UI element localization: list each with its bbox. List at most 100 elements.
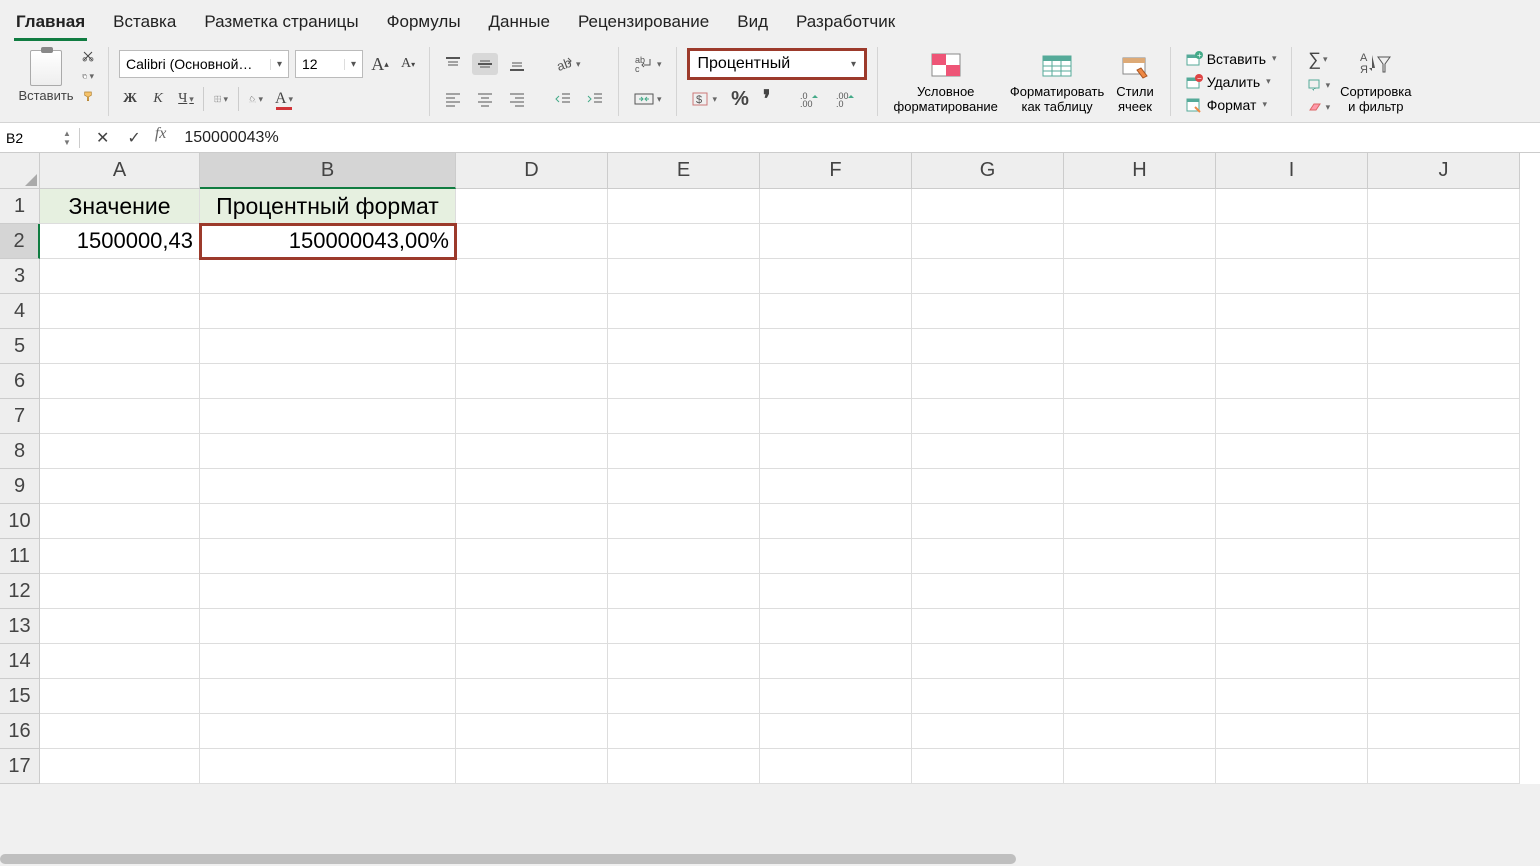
cell-I7[interactable] (1216, 399, 1368, 434)
cell-A14[interactable] (40, 644, 200, 679)
row-header[interactable]: 15 (0, 679, 40, 714)
cell-F5[interactable] (760, 329, 912, 364)
cell-E6[interactable] (608, 364, 760, 399)
cell-F1[interactable] (760, 189, 912, 224)
decrease-decimal-button[interactable]: .00.0 (831, 87, 861, 111)
cell-B6[interactable] (200, 364, 456, 399)
cell-D14[interactable] (456, 644, 608, 679)
cut-button[interactable] (78, 47, 98, 65)
comma-format-button[interactable]: ❜ (759, 82, 775, 117)
cell-E7[interactable] (608, 399, 760, 434)
increase-font-button[interactable]: A▴ (369, 53, 391, 75)
cell-I14[interactable] (1216, 644, 1368, 679)
fill-button[interactable]: ▾ (1302, 75, 1335, 95)
col-header-E[interactable]: E (608, 153, 760, 189)
cell-G15[interactable] (912, 679, 1064, 714)
cell-B5[interactable] (200, 329, 456, 364)
sort-filter-button[interactable]: АЯ Сортировка и фильтр (1334, 47, 1417, 116)
cell-A1[interactable]: Значение (40, 189, 200, 224)
cell-A9[interactable] (40, 469, 200, 504)
cell-B14[interactable] (200, 644, 456, 679)
cell-I9[interactable] (1216, 469, 1368, 504)
fill-color-button[interactable]: ▾ (245, 88, 267, 110)
col-header-D[interactable]: D (456, 153, 608, 189)
cell-G10[interactable] (912, 504, 1064, 539)
cell-I16[interactable] (1216, 714, 1368, 749)
cell-G13[interactable] (912, 609, 1064, 644)
cell-G2[interactable] (912, 224, 1064, 259)
cell-J11[interactable] (1368, 539, 1520, 574)
cell-F17[interactable] (760, 749, 912, 784)
cell-F13[interactable] (760, 609, 912, 644)
cell-H14[interactable] (1064, 644, 1216, 679)
row-header[interactable]: 13 (0, 609, 40, 644)
cell-H5[interactable] (1064, 329, 1216, 364)
cell-G7[interactable] (912, 399, 1064, 434)
format-as-table-button[interactable]: Форматировать как таблицу (1004, 47, 1110, 116)
cell-J9[interactable] (1368, 469, 1520, 504)
cell-E9[interactable] (608, 469, 760, 504)
cell-B10[interactable] (200, 504, 456, 539)
accounting-format-button[interactable]: $▾ (687, 87, 722, 111)
cell-A11[interactable] (40, 539, 200, 574)
cell-E17[interactable] (608, 749, 760, 784)
cell-I8[interactable] (1216, 434, 1368, 469)
cell-G9[interactable] (912, 469, 1064, 504)
col-header-B[interactable]: B (200, 153, 456, 189)
increase-decimal-button[interactable]: .0.00 (795, 87, 825, 111)
cell-D2[interactable] (456, 224, 608, 259)
cell-A3[interactable] (40, 259, 200, 294)
increase-indent-button[interactable] (582, 88, 608, 110)
row-header[interactable]: 9 (0, 469, 40, 504)
delete-cells-button[interactable]: − Удалить▾ (1181, 73, 1281, 91)
cell-H2[interactable] (1064, 224, 1216, 259)
cell-J14[interactable] (1368, 644, 1520, 679)
cell-H6[interactable] (1064, 364, 1216, 399)
cell-D15[interactable] (456, 679, 608, 714)
cell-E12[interactable] (608, 574, 760, 609)
format-painter-button[interactable] (78, 87, 98, 105)
cell-G8[interactable] (912, 434, 1064, 469)
row-header[interactable]: 10 (0, 504, 40, 539)
cell-J8[interactable] (1368, 434, 1520, 469)
cell-E5[interactable] (608, 329, 760, 364)
tab-formulas[interactable]: Формулы (385, 8, 463, 41)
cell-J12[interactable] (1368, 574, 1520, 609)
cell-H15[interactable] (1064, 679, 1216, 714)
orientation-button[interactable]: ab▾ (550, 52, 585, 76)
cell-B8[interactable] (200, 434, 456, 469)
cell-E11[interactable] (608, 539, 760, 574)
cell-A7[interactable] (40, 399, 200, 434)
cell-I4[interactable] (1216, 294, 1368, 329)
cell-F3[interactable] (760, 259, 912, 294)
fx-icon[interactable]: fx (155, 125, 167, 151)
cell-F6[interactable] (760, 364, 912, 399)
cell-E8[interactable] (608, 434, 760, 469)
cell-H16[interactable] (1064, 714, 1216, 749)
tab-home[interactable]: Главная (14, 8, 87, 41)
tab-view[interactable]: Вид (735, 8, 770, 41)
cell-F4[interactable] (760, 294, 912, 329)
align-top-button[interactable] (440, 53, 466, 75)
cell-D8[interactable] (456, 434, 608, 469)
cancel-formula-button[interactable]: ✕ (92, 125, 113, 151)
cell-I12[interactable] (1216, 574, 1368, 609)
cell-F7[interactable] (760, 399, 912, 434)
cell-F15[interactable] (760, 679, 912, 714)
cell-G17[interactable] (912, 749, 1064, 784)
cell-A4[interactable] (40, 294, 200, 329)
cell-I11[interactable] (1216, 539, 1368, 574)
col-header-I[interactable]: I (1216, 153, 1368, 189)
cell-I10[interactable] (1216, 504, 1368, 539)
cell-G14[interactable] (912, 644, 1064, 679)
cell-A17[interactable] (40, 749, 200, 784)
col-header-F[interactable]: F (760, 153, 912, 189)
cell-G4[interactable] (912, 294, 1064, 329)
italic-button[interactable]: К (147, 88, 169, 110)
cell-E15[interactable] (608, 679, 760, 714)
autosum-button[interactable]: ∑▾ (1302, 46, 1335, 73)
align-left-button[interactable] (440, 88, 466, 110)
format-cells-button[interactable]: Формат▾ (1181, 96, 1281, 114)
row-header[interactable]: 6 (0, 364, 40, 399)
cell-H10[interactable] (1064, 504, 1216, 539)
